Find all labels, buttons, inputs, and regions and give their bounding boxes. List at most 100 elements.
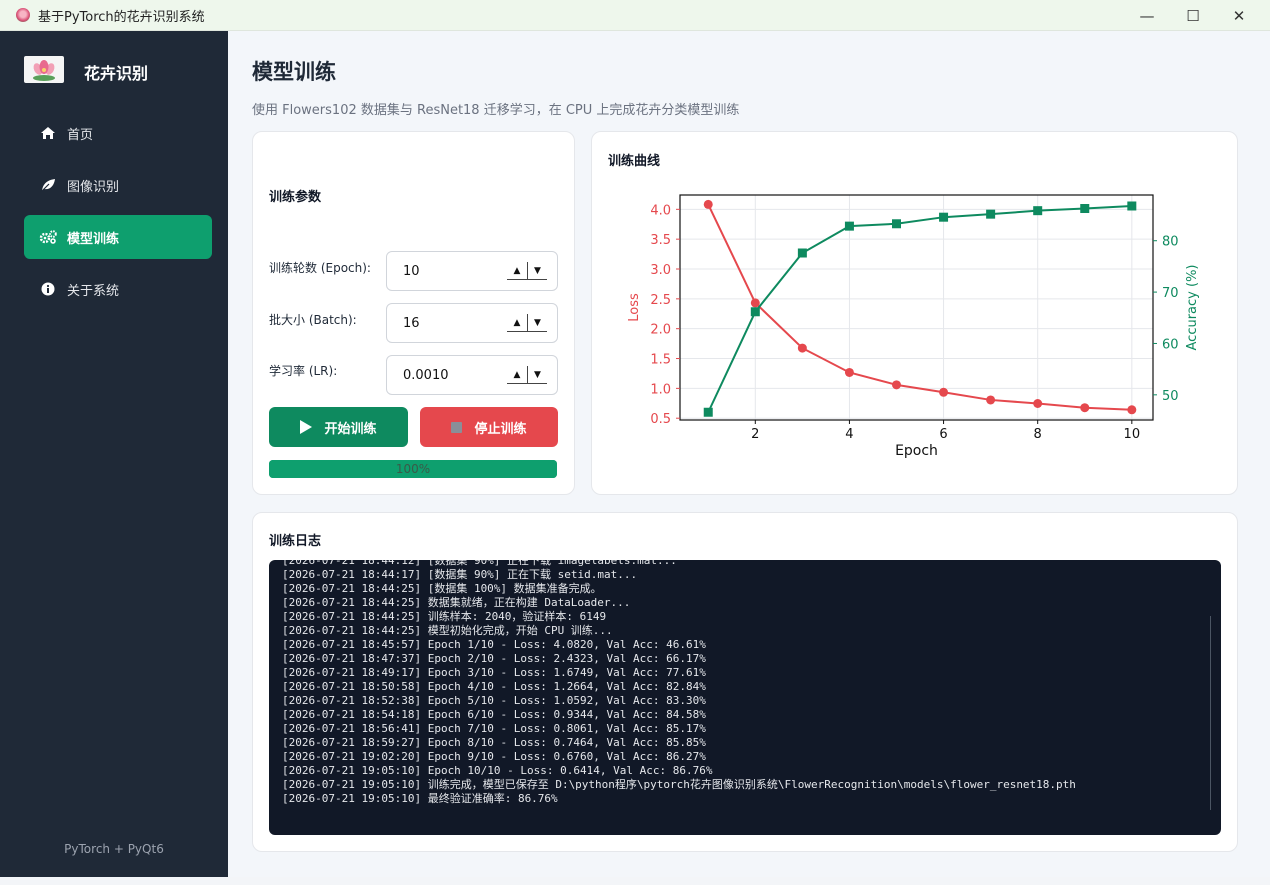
nav-item-image-recognition[interactable]: 图像识别 (24, 163, 212, 207)
log-line: [2026-07-21 18:47:37] Epoch 2/10 - Loss:… (282, 652, 706, 665)
gears-icon (39, 230, 57, 244)
leaf-icon (39, 178, 57, 192)
progress-text: 100% (395, 462, 431, 476)
log-console[interactable]: [2026-07-21 18:44:12] [数据集 90%] 正在下载 ima… (269, 560, 1221, 835)
window-title: 基于PyTorch的花卉识别系统 (38, 9, 205, 25)
loss-point (1080, 403, 1090, 413)
y-right-axis-label: Accuracy (%) (1185, 265, 1200, 351)
training-curve-chart: 2 4 6 8 10 0.5 1.0 1.5 2.0 2.5 3.0 3.5 4.0 50 60 70 80 Ep… (627, 194, 1200, 459)
y-right-tick-label: 50 (1162, 389, 1179, 404)
y-left-tick-label: 3.5 (650, 233, 671, 248)
maximize-button[interactable]: ☐ (1170, 0, 1216, 31)
y-right-tick-label: 70 (1162, 286, 1179, 301)
y-left-axis-label: Loss (627, 293, 642, 322)
nav-item-about[interactable]: 关于系统 (24, 267, 212, 311)
epoch-label: 训练轮数 (Epoch): (269, 261, 371, 275)
y-left-tick-label: 0.5 (650, 412, 671, 427)
accuracy-point (844, 221, 854, 231)
close-button[interactable]: ✕ (1216, 0, 1262, 31)
batch-increment-icon[interactable]: ▲ (507, 314, 527, 332)
batch-label: 批大小 (Batch): (269, 313, 357, 327)
loss-point (797, 343, 807, 353)
x-axis-label: Epoch (895, 443, 938, 459)
lr-increment-icon[interactable]: ▲ (507, 366, 527, 384)
x-tick-label: 8 (1034, 427, 1042, 442)
log-line: [2026-07-21 18:52:38] Epoch 5/10 - Loss:… (282, 694, 706, 707)
app-logo (24, 56, 64, 83)
training-params-card: 训练参数 训练轮数 (Epoch): 10 ▲ ▼ 批大小 (Batch): 16… (252, 131, 575, 495)
start-training-label: 开始训练 (324, 421, 377, 437)
loss-point (1033, 399, 1043, 409)
accuracy-point (750, 307, 760, 317)
accuracy-point (1127, 201, 1137, 211)
accuracy-point (703, 407, 713, 417)
stop-training-label: 停止训练 (474, 421, 527, 437)
loss-line (707, 203, 1132, 411)
log-line: [2026-07-21 18:56:41] Epoch 7/10 - Loss:… (282, 722, 706, 735)
flower-logo-icon (33, 59, 55, 81)
log-scrollbar[interactable] (1210, 616, 1211, 810)
minimize-button[interactable]: — (1124, 0, 1170, 31)
y-left-tick-label: 2.0 (650, 323, 671, 338)
y-left-tick-label: 4.0 (650, 203, 671, 218)
loss-point (1127, 405, 1137, 415)
epoch-spinbox[interactable]: 10 ▲ ▼ (386, 251, 558, 291)
nav-item-model-training[interactable]: 模型训练 (24, 215, 212, 259)
log-line: [2026-07-21 18:44:25] 数据集就绪，正在构建 DataLoa… (282, 596, 631, 609)
log-line: [2026-07-21 18:49:17] Epoch 3/10 - Loss:… (282, 666, 706, 679)
loss-point (891, 380, 901, 390)
flower-app-icon (16, 8, 30, 22)
app-name: 花卉识别 (84, 64, 149, 83)
y-left-tick-label: 1.5 (650, 353, 671, 368)
log-line: [2026-07-21 19:05:10] Epoch 10/10 - Loss… (282, 764, 713, 777)
play-icon (300, 420, 313, 434)
log-line: [2026-07-21 19:05:10] 最终验证准确率: 86.76% (282, 792, 558, 805)
log-title: 训练日志 (269, 534, 322, 549)
sidebar-footer: PyTorch + PyQt6 (64, 842, 164, 856)
stop-icon (451, 421, 463, 433)
main-content: 模型训练 使用 Flowers102 数据集与 ResNet18 迁移学习，在 … (228, 31, 1270, 877)
accuracy-point (986, 209, 996, 219)
nav-label-model-training: 模型训练 (67, 231, 120, 247)
log-line: [2026-07-21 19:02:20] Epoch 9/10 - Loss:… (282, 750, 706, 763)
nav-label-image-recognition: 图像识别 (67, 179, 120, 195)
y-left-tick-label: 3.0 (650, 263, 671, 278)
accuracy-point (1080, 204, 1090, 214)
lr-value: 0.0010 (403, 368, 449, 383)
accuracy-point (891, 219, 901, 229)
accuracy-point (1033, 206, 1043, 216)
x-tick-label: 2 (751, 427, 759, 442)
y-right-tick-label: 80 (1162, 235, 1179, 250)
log-line: [2026-07-21 18:44:25] 模型初始化完成，开始 CPU 训练.… (282, 624, 613, 637)
epoch-increment-icon[interactable]: ▲ (507, 262, 527, 280)
loss-point (844, 367, 854, 377)
sidebar: 花卉识别 首页 图像识别 模型训练 关于系统 PyTorch + PyQt6 (0, 31, 228, 877)
home-icon (39, 126, 57, 140)
log-lines: [2026-07-21 18:44:12] [数据集 90%] 正在下载 ima… (282, 560, 1076, 806)
nav-item-home[interactable]: 首页 (24, 111, 212, 155)
info-icon (39, 282, 57, 296)
start-training-button[interactable]: 开始训练 (269, 407, 408, 447)
batch-spinbox[interactable]: 16 ▲ ▼ (386, 303, 558, 343)
loss-point (939, 387, 949, 397)
stop-training-button[interactable]: 停止训练 (420, 407, 558, 447)
x-tick-label: 6 (939, 427, 947, 442)
epoch-decrement-icon[interactable]: ▼ (527, 262, 547, 280)
lr-spinbox[interactable]: 0.0010 ▲ ▼ (386, 355, 558, 395)
training-progress-bar: 100% (269, 460, 557, 478)
loss-point (750, 298, 760, 308)
window-titlebar: 基于PyTorch的花卉识别系统 — ☐ ✕ (0, 0, 1270, 31)
batch-value: 16 (403, 316, 420, 331)
page-title: 模型训练 (252, 60, 336, 84)
accuracy-point (939, 212, 949, 222)
log-line: [2026-07-21 18:44:12] [数据集 90%] 正在下载 ima… (282, 560, 677, 567)
lr-decrement-icon[interactable]: ▼ (527, 366, 547, 384)
epoch-value: 10 (403, 264, 420, 279)
y-left-tick-label: 1.0 (650, 382, 671, 397)
x-tick-label: 10 (1124, 427, 1141, 442)
batch-decrement-icon[interactable]: ▼ (527, 314, 547, 332)
log-line: [2026-07-21 18:44:17] [数据集 90%] 正在下载 set… (282, 568, 638, 581)
log-line: [2026-07-21 18:44:25] [数据集 100%] 数据集准备完成… (282, 582, 602, 595)
accuracy-line (707, 204, 1132, 413)
nav-label-home: 首页 (67, 127, 94, 143)
